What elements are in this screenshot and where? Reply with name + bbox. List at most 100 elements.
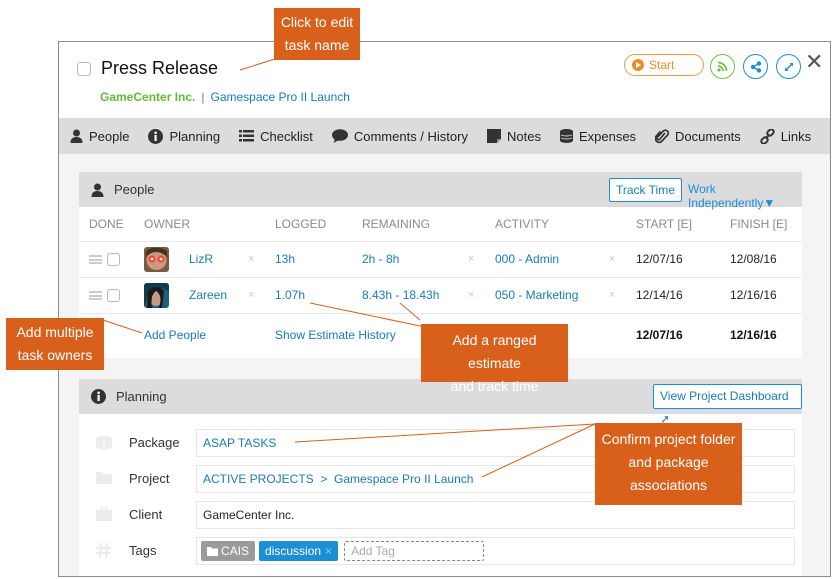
tab-checklist[interactable]: Checklist [239,129,313,144]
comment-icon [331,129,348,143]
view-project-dashboard-button[interactable]: View Project Dashboard ➚ [653,384,802,426]
share-button[interactable] [743,54,768,79]
clear-activity-icon[interactable]: × [609,242,615,277]
tab-expenses[interactable]: Expenses [559,128,637,144]
callout-confirm-associations: Confirm project folder and package assoc… [595,423,742,505]
paperclip-icon [655,128,670,143]
note-icon [486,129,501,143]
clear-remaining-icon[interactable]: × [468,278,474,313]
callout-line: Click to edit [280,14,354,30]
callout-line: task name [284,37,350,53]
task-title[interactable]: Press Release [101,58,218,79]
expand-button[interactable] [776,54,801,79]
callout-ranged-estimate: Add a ranged estimate and track time [421,324,568,394]
table-row: Zareen × 1.07h 8.43h - 18.43h × 050 - Ma… [79,278,802,314]
folder-icon [96,472,112,484]
owner-link[interactable]: Zareen [189,278,227,313]
tag-cais[interactable]: CAIS [201,541,256,561]
remove-owner-icon[interactable]: × [248,278,254,313]
tag-label: discussion [265,544,322,558]
callout-line: Confirm project folder [601,431,736,447]
expand-icon [784,62,793,71]
tab-label: Checklist [260,128,313,144]
person-icon [70,129,83,143]
remove-owner-icon[interactable]: × [248,242,254,277]
tag-label: CAIS [221,544,250,558]
people-panel-header: People Track Time Work Independently▼ [79,172,802,210]
activity-link[interactable]: 050 - Marketing [495,278,578,313]
link-icon [760,128,775,144]
project-link[interactable]: Gamespace Pro II Launch [211,90,350,104]
tab-comments-history[interactable]: Comments / History [331,128,468,144]
package-label: Package [129,435,180,450]
work-mode-dropdown[interactable]: Work Independently▼ [688,182,802,210]
client-label: Client [129,507,163,522]
rss-icon [717,61,728,72]
drag-handle-icon[interactable] [89,291,102,300]
info-icon [148,128,164,144]
tab-notes[interactable]: Notes [486,129,541,144]
clear-activity-icon[interactable]: × [609,278,615,313]
tab-label: Documents [675,128,741,144]
show-estimate-history-link[interactable]: Show Estimate History [275,314,396,356]
tags-field-row: Tags CAIS discussion × Add Tag [79,537,802,565]
callout-line: associations [629,477,708,493]
callout-line: and track time [450,378,539,394]
clear-remaining-icon[interactable]: × [468,242,474,277]
callout-line: and package [628,454,709,470]
logged-link[interactable]: 1.07h [275,278,305,313]
remaining-link[interactable]: 2h - 8h [362,242,399,277]
list-icon [239,130,255,142]
table-header-row: DONE OWNER LOGGED REMAINING ACTIVITY STA… [79,207,802,242]
tab-people[interactable]: People [70,129,129,144]
start-label: Start [649,58,675,72]
follow-button[interactable] [710,54,735,79]
remaining-link[interactable]: 8.43h - 18.43h [362,278,439,313]
drag-handle-icon[interactable] [89,255,102,264]
planning-panel-title: Planning [116,389,167,404]
activity-link[interactable]: 000 - Admin [495,242,559,277]
finish-date[interactable]: 12/08/16 [730,242,777,277]
client-field[interactable]: GameCenter Inc. [196,501,795,529]
client-link[interactable]: GameCenter Inc. [100,90,195,104]
tab-label: Planning [169,128,221,144]
col-logged: LOGGED [275,217,327,231]
tab-planning[interactable]: Planning [148,128,221,144]
tab-links[interactable]: Links [760,128,811,144]
add-tag-input[interactable]: Add Tag [344,541,485,561]
close-button[interactable]: ✕ [805,51,823,73]
tab-label: Comments / History [353,128,468,144]
tags-label: Tags [129,543,157,558]
total-finish-date: 12/16/16 [730,328,777,342]
project-label: Project [129,471,170,486]
done-checkbox[interactable] [107,289,120,302]
task-header: Press Release GameCenter Inc. | Gamespace … [59,42,830,118]
tab-label: Expenses [578,128,637,144]
callout-line: Add a ranged estimate [452,332,537,371]
info-icon [91,389,106,404]
start-date[interactable]: 12/14/16 [636,278,683,313]
briefcase-icon [96,507,112,521]
track-time-button[interactable]: Track Time [609,178,682,202]
avatar [144,247,169,272]
table-row: LizR × 13h 2h - 8h × 000 - Admin × 12/07… [79,242,802,278]
tag-discussion[interactable]: discussion × [259,541,339,561]
col-done: DONE [89,217,124,231]
task-complete-checkbox[interactable] [77,62,91,76]
remove-tag-icon[interactable]: × [325,544,332,558]
col-owner: OWNER [144,217,190,231]
col-remaining: REMAINING [362,217,431,231]
start-timer-button[interactable]: Start [624,54,704,76]
share-icon [750,60,761,73]
done-checkbox[interactable] [107,253,120,266]
logged-link[interactable]: 13h [275,242,295,277]
add-people-link[interactable]: Add People [144,314,206,356]
tags-field: CAIS discussion × Add Tag [196,537,795,565]
tab-documents[interactable]: Documents [655,129,741,144]
finish-date[interactable]: 12/16/16 [730,278,777,313]
col-finish: FINISH [E] [730,217,788,231]
owner-link[interactable]: LizR [189,242,213,277]
breadcrumb-separator: | [201,90,205,104]
total-start-date: 12/07/16 [636,328,683,342]
start-date[interactable]: 12/07/16 [636,242,683,277]
